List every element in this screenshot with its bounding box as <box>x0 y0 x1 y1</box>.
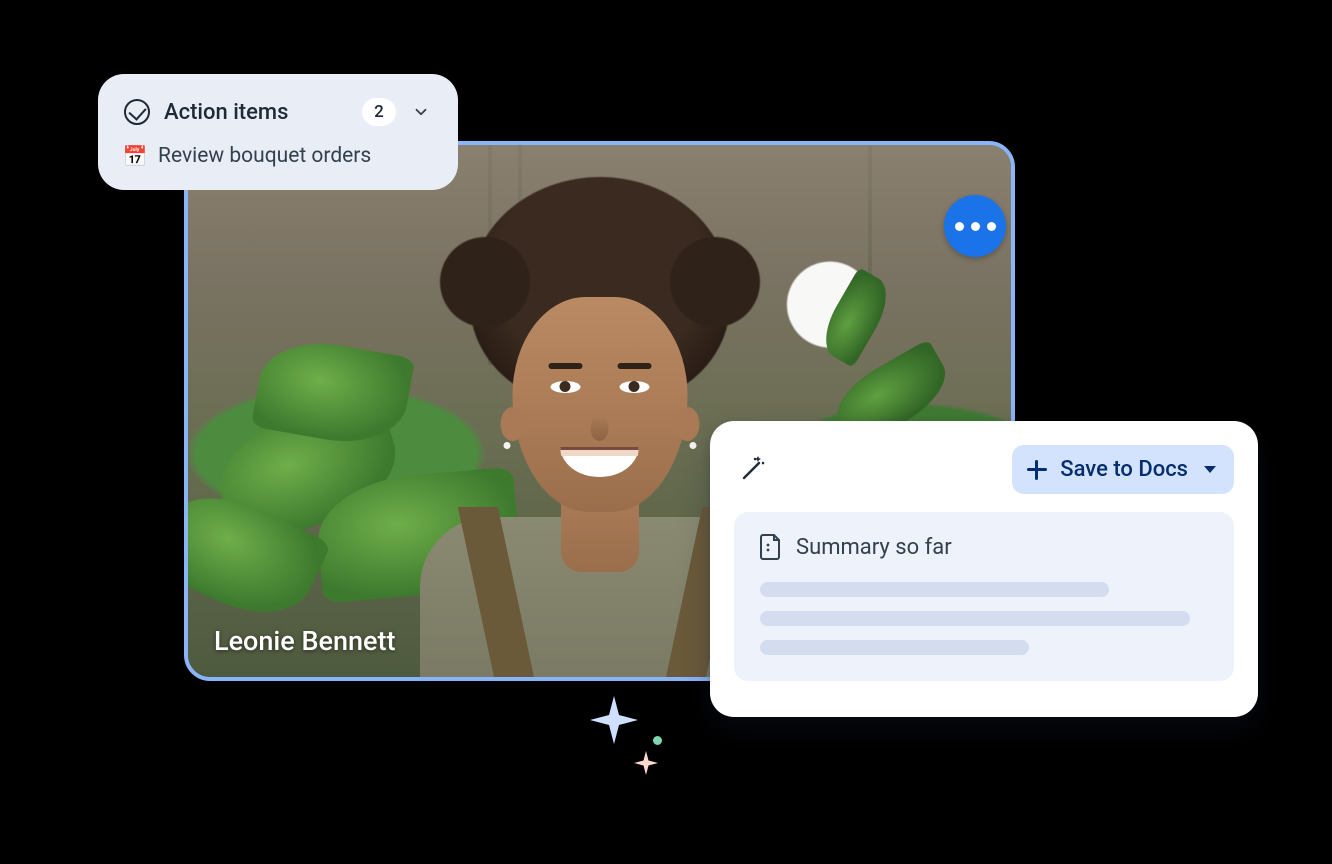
magic-wand-icon <box>734 452 770 488</box>
summary-card: Save to Docs Summary so far <box>710 421 1258 717</box>
participant-name-label: Leonie Bennett <box>214 625 395 657</box>
plus-icon <box>1026 459 1048 481</box>
sparkle-icon <box>588 694 640 746</box>
decorative-dot <box>653 736 662 745</box>
summary-body: Summary so far <box>734 512 1234 681</box>
summary-line-placeholder <box>760 582 1109 597</box>
more-options-button[interactable] <box>944 195 1006 257</box>
calendar-icon: 📅 <box>124 145 146 167</box>
check-circle-icon <box>124 99 150 125</box>
action-items-title: Action items <box>164 100 348 125</box>
save-to-docs-label: Save to Docs <box>1060 457 1188 482</box>
action-item-row[interactable]: 📅 Review bouquet orders <box>124 140 432 168</box>
action-item-text: Review bouquet orders <box>158 144 371 168</box>
action-items-count-badge: 2 <box>362 98 396 126</box>
sparkle-icon <box>633 750 659 776</box>
action-items-header[interactable]: Action items 2 <box>124 98 432 126</box>
chevron-down-icon[interactable] <box>410 101 432 123</box>
document-icon <box>760 534 782 560</box>
summary-line-placeholder <box>760 611 1190 626</box>
summary-line-placeholder <box>760 640 1029 655</box>
summary-title: Summary so far <box>796 535 952 560</box>
save-to-docs-button[interactable]: Save to Docs <box>1012 445 1234 494</box>
dropdown-caret-icon <box>1204 466 1216 473</box>
action-items-card: Action items 2 📅 Review bouquet orders <box>98 74 458 190</box>
